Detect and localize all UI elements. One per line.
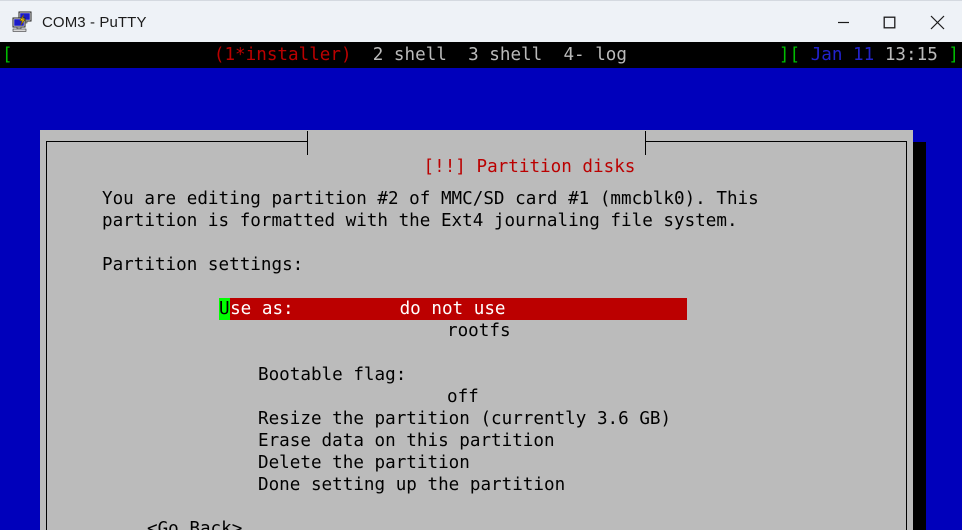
description-line-1: You are editing partition #2 of MMC/SD c… [40,166,913,209]
tmux-bracket-open: [ [2,45,13,65]
tmux-spacer [13,45,214,65]
window-title-text: COM3 - PuTTY [42,13,147,31]
description-line-2: partition is formatted with the Ext4 jou… [40,188,913,231]
setting-row-use-as[interactable]: Use as: do not use [219,298,687,320]
terminal-area[interactable]: [ (1*installer) 2 shell 3 shell 4- log ]… [0,42,962,530]
tmux-gap-3 [542,45,563,65]
tmux-status-right: ][ Jan 11 13:15 ] [779,42,959,68]
titlebar-left-group: COM3 - PuTTY [0,11,820,33]
tmux-bracket-end: ] [948,45,959,65]
name-value: rootfs [447,321,511,341]
use-as-gap [294,299,400,319]
putty-icon [11,11,33,33]
tmux-window-list: [ (1*installer) 2 shell 3 shell 4- log [2,42,627,68]
tmux-window-3[interactable]: 3 shell [468,45,542,65]
partition-disks-dialog: [!!] Partition disks You are editing par… [40,130,913,530]
tmux-gap-5 [874,45,885,65]
setting-row-bootable: Bootable flag: off [40,342,913,407]
use-as-label: se as: [230,299,294,319]
tmux-gap-1 [352,45,373,65]
action-done-setting-up: Done setting up the partition [40,452,913,495]
close-button[interactable] [912,1,962,43]
tmux-window-2[interactable]: 2 shell [373,45,447,65]
tmux-bracket-close: ][ [778,45,801,65]
action-delete-partition: Delete the partition [40,430,913,473]
minimize-button[interactable] [820,1,866,43]
dialog-body: You are editing partition #2 of MMC/SD c… [40,166,913,530]
partition-settings-label: Partition settings: [102,255,304,275]
tmux-gap-2 [447,45,468,65]
tmux-gap-6 [938,45,949,65]
tmux-date: Jan 11 [810,45,875,65]
terminal-cursor: U [219,298,231,320]
dialog-title-box: [!!] Partition disks [306,131,647,177]
action-resize-partition: Resize the partition (currently 3.6 GB) [40,386,913,429]
action-erase-data: Erase data on this partition [40,408,913,451]
maximize-button[interactable] [866,1,912,43]
tmux-window-installer[interactable]: (1*installer) [214,45,352,65]
section-label-row: Partition settings: [40,232,913,275]
go-back-row: <Go Back> [40,496,913,530]
tmux-window-4[interactable]: 4- log [563,45,627,65]
tmux-gap-4 [800,45,811,65]
tmux-time: 13:15 [884,45,938,65]
dialog-title-wrap: [!!] Partition disks [40,130,913,177]
bootable-flag-label: Bootable flag: [258,365,407,385]
action-label-done[interactable]: Done setting up the partition [258,474,565,496]
description-text-2: partition is formatted with the Ext4 jou… [102,211,738,231]
setting-row-name: Name: rootfs [40,276,913,341]
putty-window: COM3 - PuTTY [ (1*installer) 2 shell 3 s [0,0,962,530]
use-as-value: do not use [399,299,506,319]
window-titlebar: COM3 - PuTTY [0,0,962,43]
go-back-button[interactable]: <Go Back> [147,518,242,530]
tmux-status-bar: [ (1*installer) 2 shell 3 shell 4- log ]… [0,42,962,68]
